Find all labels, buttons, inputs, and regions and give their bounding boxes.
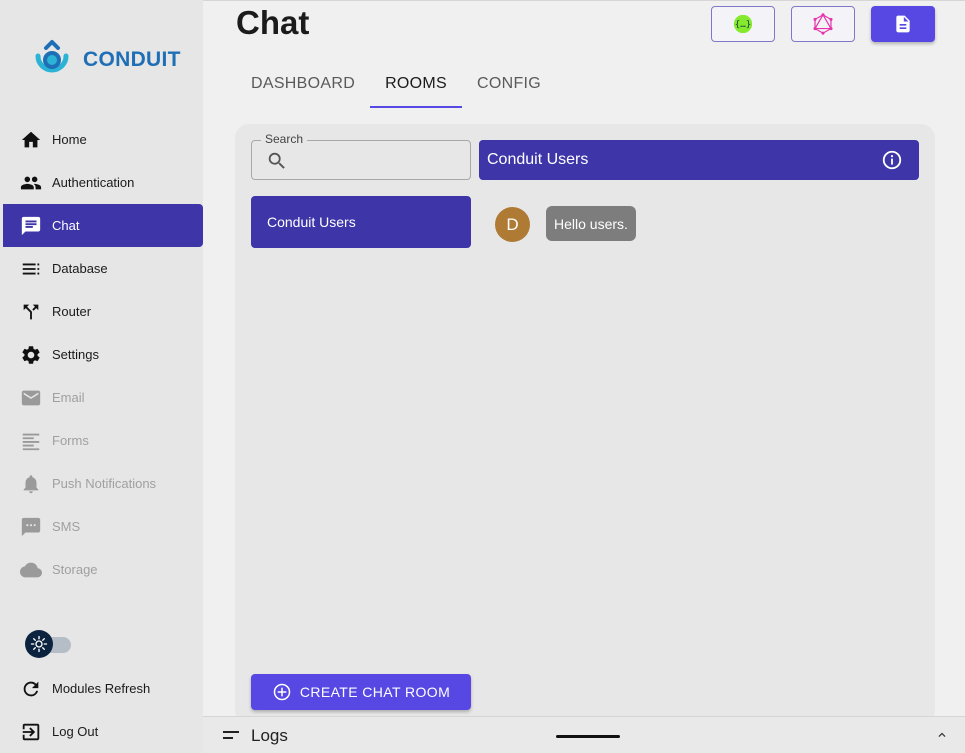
swagger-icon: {…}: [733, 14, 753, 34]
home-icon: [20, 129, 42, 151]
bell-icon: [20, 473, 42, 495]
sidebar-item-label: Forms: [52, 433, 89, 448]
logout-icon: [20, 721, 42, 743]
gear-icon: [20, 344, 42, 366]
docs-button[interactable]: [871, 6, 935, 42]
theme-toggle[interactable]: [25, 630, 73, 658]
logs-drag-handle[interactable]: [556, 735, 620, 738]
room-header-title: Conduit Users: [487, 151, 589, 168]
sidebar-item-label: Settings: [52, 347, 99, 362]
sidebar-item-chat[interactable]: Chat: [3, 204, 203, 247]
sidebar-item-settings[interactable]: Settings: [3, 333, 203, 376]
sidebar-item-storage[interactable]: Storage: [3, 548, 203, 591]
sidebar: CONDUIT Home Authentication Chat Databas…: [0, 0, 203, 753]
message-bubble: Hello users.: [546, 206, 636, 241]
sidebar-bottom-nav: Modules Refresh Log Out: [3, 667, 203, 753]
sidebar-item-label: Database: [52, 261, 108, 276]
brand-name: CONDUIT: [83, 48, 181, 71]
sidebar-item-label: SMS: [52, 519, 81, 534]
chevron-up-icon[interactable]: [935, 728, 949, 742]
sidebar-item-email[interactable]: Email: [3, 376, 203, 419]
search-input[interactable]: [296, 149, 461, 173]
forms-icon: [20, 430, 42, 452]
sidebar-item-label: Router: [52, 304, 92, 319]
sidebar-item-label: Chat: [52, 218, 80, 233]
create-chat-room-button[interactable]: CREATE CHAT ROOM: [251, 674, 471, 710]
sidebar-item-label: Email: [52, 390, 85, 405]
swagger-button[interactable]: {…}: [711, 6, 775, 42]
module-tabs: DASHBOARD ROOMS CONFIG: [236, 64, 556, 108]
sidebar-item-label: Storage: [52, 562, 98, 577]
svg-text:{…}: {…}: [735, 19, 752, 30]
router-icon: [20, 301, 42, 323]
chat-icon: [20, 215, 42, 237]
sidebar-item-label: Home: [52, 132, 87, 147]
sidebar-item-label: Authentication: [52, 175, 135, 190]
sidebar-item-label: Push Notifications: [52, 476, 157, 491]
sidebar-item-label: Log Out: [52, 724, 99, 739]
tab-config[interactable]: CONFIG: [462, 64, 556, 108]
sidebar-item-database[interactable]: Database: [3, 247, 203, 290]
sidebar-item-authentication[interactable]: Authentication: [3, 161, 203, 204]
list-icon: [20, 258, 42, 280]
cloud-icon: [20, 559, 42, 581]
sidebar-item-label: Modules Refresh: [52, 681, 151, 696]
search-field[interactable]: Search: [251, 132, 471, 180]
sidebar-nav: Home Authentication Chat Database Router: [3, 118, 203, 591]
tab-rooms[interactable]: ROOMS: [370, 64, 462, 108]
graphql-button[interactable]: [791, 6, 855, 42]
conduit-logo-icon: [35, 40, 69, 73]
sidebar-item-forms[interactable]: Forms: [3, 419, 203, 462]
modules-refresh-button[interactable]: Modules Refresh: [3, 667, 203, 710]
room-name: Conduit Users: [267, 214, 356, 230]
sidebar-item-home[interactable]: Home: [3, 118, 203, 161]
room-list-item[interactable]: Conduit Users: [251, 196, 471, 248]
add-circle-icon: [273, 683, 291, 701]
page-title: Chat: [236, 4, 310, 41]
sidebar-item-sms[interactable]: SMS: [3, 505, 203, 548]
sidebar-item-router[interactable]: Router: [3, 290, 203, 333]
sms-icon: [20, 516, 42, 538]
graphql-icon: [813, 13, 833, 35]
search-label: Search: [261, 132, 308, 146]
create-chat-room-label: CREATE CHAT ROOM: [299, 684, 451, 700]
tab-dashboard[interactable]: DASHBOARD: [236, 64, 370, 108]
people-icon: [20, 172, 42, 194]
short-text-icon: [223, 731, 239, 739]
refresh-icon: [20, 678, 42, 700]
sidebar-item-push-notifications[interactable]: Push Notifications: [3, 462, 203, 505]
brand-logo[interactable]: CONDUIT: [28, 38, 181, 82]
document-icon: [896, 15, 910, 33]
avatar: D: [495, 207, 530, 242]
info-icon[interactable]: [881, 149, 903, 171]
logout-button[interactable]: Log Out: [3, 710, 203, 753]
logs-label: Logs: [251, 726, 288, 745]
mail-icon: [20, 387, 42, 409]
search-icon: [268, 152, 285, 169]
logs-drawer[interactable]: Logs: [203, 716, 965, 753]
room-header: Conduit Users: [479, 140, 919, 180]
sun-icon: [25, 630, 53, 658]
